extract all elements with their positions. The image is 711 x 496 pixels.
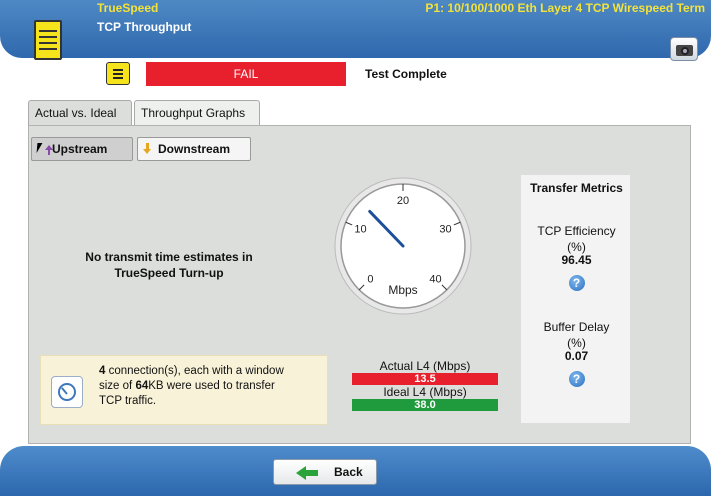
downstream-label: Downstream — [158, 142, 231, 156]
ideal-l4-label: Ideal L4 (Mbps) — [383, 385, 467, 399]
app-title: TrueSpeed — [97, 1, 159, 15]
status-text: Test Complete — [347, 62, 711, 86]
gauge-unit: Mbps — [388, 283, 417, 297]
buffer-delay-value: 0.07 — [564, 349, 589, 363]
result-badge: FAIL — [146, 62, 346, 86]
estimate-message-line1: No transmit time estimates in — [85, 250, 253, 264]
buffer-delay-metric: Buffer Delay (%) 0.07 ? — [521, 321, 632, 387]
estimate-message: No transmit time estimates in TrueSpeed … — [69, 249, 269, 281]
buffer-delay-help-icon[interactable]: ? — [568, 371, 585, 387]
connection-info-text: 4 connection(s), each with a window size… — [99, 364, 319, 409]
page-title: TCP Throughput — [97, 20, 192, 34]
actual-l4-value: 13.5 — [352, 373, 498, 385]
notepad-icon[interactable] — [34, 20, 62, 60]
tab-throughput-graphs[interactable]: Throughput Graphs — [134, 100, 260, 126]
throughput-gauge: 0 10 20 30 40 Mbps — [334, 177, 472, 315]
cursor-icon — [36, 143, 43, 153]
estimate-message-line2: TrueSpeed Turn-up — [114, 266, 224, 280]
connection-info-box: 4 connection(s), each with a window size… — [40, 355, 328, 425]
arrow-up-icon — [45, 145, 53, 155]
readouts: Actual L4 (Mbps) 13.5 Ideal L4 (Mbps) 38… — [352, 359, 498, 411]
info-text-4: TCP traffic. — [99, 395, 157, 407]
back-label: Back — [334, 465, 363, 479]
upstream-label: Upstream — [52, 142, 108, 156]
port-title: P1: 10/100/1000 Eth Layer 4 TCP Wirespee… — [425, 1, 705, 15]
tcp-efficiency-value: 96.45 — [561, 253, 592, 267]
tcp-efficiency-metric: TCP Efficiency (%) 96.45 ? — [521, 225, 632, 291]
info-text-1: connection(s), each with a window — [105, 365, 284, 377]
back-button[interactable]: Back — [273, 459, 377, 485]
transfer-metrics-title: Transfer Metrics — [530, 181, 623, 195]
gauge-tick-label: 20 — [397, 195, 409, 207]
gauge-tick-label: 0 — [367, 274, 373, 286]
window-size: 64 — [135, 380, 149, 392]
screenshot-button[interactable] — [670, 37, 698, 61]
camera-lens — [681, 47, 689, 55]
menu-button[interactable] — [106, 62, 130, 85]
header: TrueSpeed P1: 10/100/1000 Eth Layer 4 TC… — [0, 0, 711, 86]
upstream-button[interactable]: Upstream — [31, 137, 133, 161]
ideal-l4-value: 38.0 — [352, 399, 498, 411]
buffer-delay-label: Buffer Delay — [543, 320, 610, 334]
gauge-tick-label: 40 — [429, 274, 441, 286]
downstream-button[interactable]: Downstream — [137, 137, 251, 161]
speedometer-icon — [51, 376, 83, 408]
tab-actual-vs-ideal[interactable]: Actual vs. Ideal — [28, 100, 132, 126]
back-arrow-icon — [296, 466, 318, 480]
main-panel: Upstream Downstream No transmit time est… — [28, 125, 691, 444]
tcp-efficiency-help-icon[interactable]: ? — [568, 275, 585, 291]
info-text-2: size of — [99, 380, 136, 392]
transfer-metrics-panel: Transfer Metrics TCP Efficiency (%) 96.4… — [520, 174, 631, 424]
arrow-down-icon — [143, 143, 151, 154]
info-text-3: KB were used to transfer — [148, 380, 275, 392]
actual-l4-label: Actual L4 (Mbps) — [379, 359, 471, 373]
gauge-tick-label: 30 — [439, 223, 451, 235]
tcp-efficiency-label: TCP Efficiency — [537, 224, 616, 238]
gauge-tick-label: 10 — [354, 223, 366, 235]
